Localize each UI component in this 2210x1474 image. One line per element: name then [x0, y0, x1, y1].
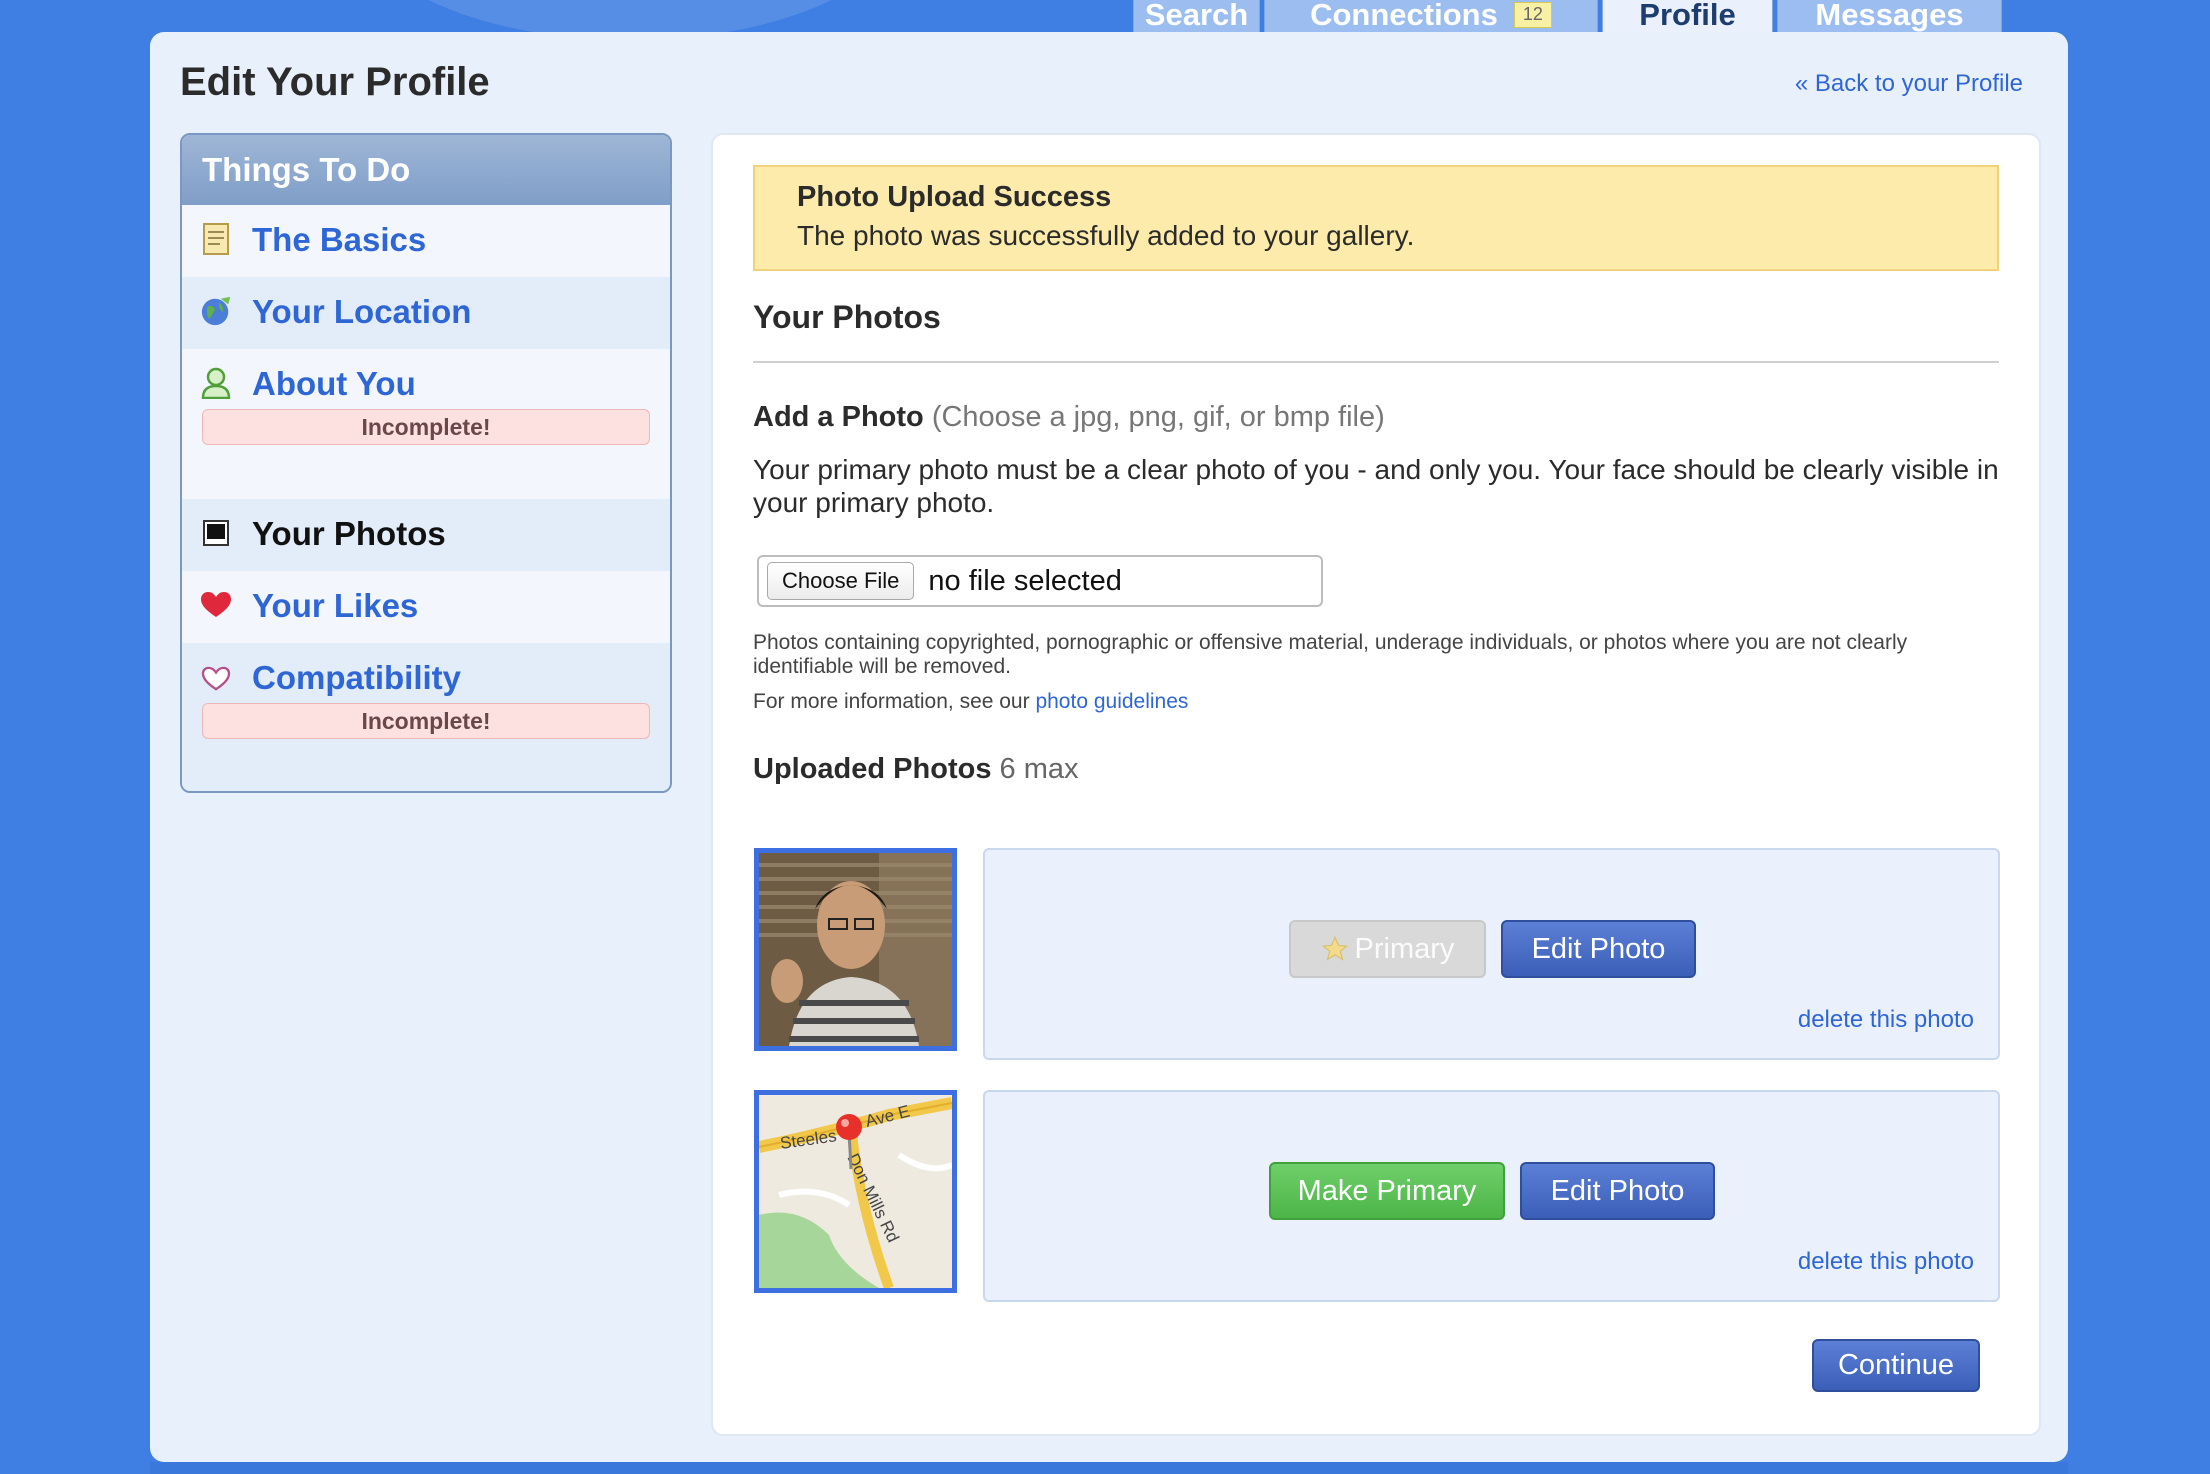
file-status: no file selected [928, 564, 1122, 597]
sidebar-item-about-you[interactable]: About You Incomplete! [182, 349, 670, 499]
sidebar-item-basics[interactable]: The Basics [182, 205, 670, 277]
sidebar-item-compatibility-label: Compatibility [252, 659, 462, 696]
heart-icon [200, 589, 232, 621]
edit-photo-button-2[interactable]: Edit Photo [1520, 1162, 1715, 1220]
tab-messages[interactable]: Messages [1777, 0, 2002, 33]
add-photo-heading: Add a Photo (Choose a jpg, png, gif, or … [753, 401, 1385, 434]
top-nav: Search Connections 12 Profile Messages [1133, 0, 2006, 33]
more-info-text: For more information, see our photo guid… [753, 690, 1188, 714]
page-title: Edit Your Profile [180, 60, 490, 104]
tab-profile-label: Profile [1639, 0, 1736, 32]
sidebar-item-likes-label: Your Likes [252, 587, 419, 624]
more-info-prefix: For more information, see our [753, 690, 1030, 713]
add-photo-label: Add a Photo [753, 401, 924, 433]
upload-success-alert: Photo Upload Success The photo was succe… [753, 165, 1999, 271]
person-icon [200, 367, 232, 399]
star-icon [1321, 935, 1349, 963]
globe-icon [200, 295, 232, 327]
tab-connections-label: Connections [1310, 0, 1498, 32]
primary-label: Primary [1354, 932, 1455, 965]
primary-button-disabled: Primary [1289, 920, 1486, 978]
sidebar-item-likes[interactable]: Your Likes [182, 571, 670, 643]
sidebar-item-compatibility[interactable]: Compatibility Incomplete! [182, 643, 670, 791]
continue-button[interactable]: Continue [1812, 1339, 1980, 1392]
photo-actions-2: Make Primary Edit Photo delete this phot… [983, 1090, 2000, 1302]
file-input[interactable]: Choose File no file selected [757, 555, 1323, 607]
tab-messages-label: Messages [1815, 0, 1964, 32]
file-type-hint: (Choose a jpg, png, gif, or bmp file) [931, 401, 1385, 433]
photo-guidelines-link[interactable]: photo guidelines [1035, 690, 1188, 713]
delete-photo-link-2[interactable]: delete this photo [1798, 1248, 1974, 1276]
connections-count-badge: 12 [1513, 2, 1552, 28]
heart-outline-icon [200, 663, 232, 695]
sidebar-item-location[interactable]: Your Location [182, 277, 670, 349]
portrait-image [759, 853, 952, 1046]
page-footer-strip [150, 1462, 2068, 1474]
alert-title: Photo Upload Success [797, 181, 1112, 213]
document-icon [200, 223, 232, 255]
uploaded-photos-label: Uploaded Photos [753, 753, 992, 785]
photo-policy-text: Photos containing copyrighted, pornograp… [753, 631, 1908, 678]
sidebar-item-about-you-label: About You [252, 365, 416, 402]
about-you-incomplete-badge: Incomplete! [202, 409, 650, 445]
uploaded-max: 6 max [999, 753, 1079, 785]
photos-panel: Photo Upload Success The photo was succe… [711, 133, 2041, 1436]
uploaded-photos-heading: Uploaded Photos 6 max [753, 753, 1079, 786]
alert-text: The photo was successfully added to your… [797, 220, 1415, 251]
make-primary-button[interactable]: Make Primary [1269, 1162, 1505, 1220]
photo-thumbnail-2[interactable]: Steeles Ave E Don Mills Rd [754, 1090, 957, 1293]
photo-icon [200, 517, 232, 549]
choose-file-button[interactable]: Choose File [767, 562, 915, 600]
things-to-do-sidebar: Things To Do The Basics Your Location Ab… [180, 133, 672, 793]
photo-actions-1: Primary Edit Photo delete this photo [983, 848, 2000, 1060]
map-image: Steeles Ave E Don Mills Rd [759, 1095, 952, 1288]
compatibility-incomplete-badge: Incomplete! [202, 703, 650, 739]
sidebar-heading: Things To Do [182, 135, 670, 205]
photo-thumbnail-1[interactable] [754, 848, 957, 1051]
tab-profile[interactable]: Profile [1602, 0, 1773, 33]
tab-search-label: Search [1144, 0, 1249, 32]
section-title: Your Photos [753, 299, 941, 335]
main-card: Edit Your Profile « Back to your Profile… [150, 32, 2068, 1462]
sidebar-item-basics-label: The Basics [252, 221, 427, 258]
back-to-profile-link[interactable]: « Back to your Profile [1795, 70, 2023, 98]
tab-search[interactable]: Search [1133, 0, 1260, 33]
delete-photo-link-1[interactable]: delete this photo [1798, 1006, 1974, 1034]
divider [753, 361, 1999, 363]
primary-photo-note: Your primary photo must be a clear photo… [753, 454, 1999, 518]
edit-photo-button-1[interactable]: Edit Photo [1501, 920, 1696, 978]
sidebar-item-location-label: Your Location [252, 293, 472, 330]
sidebar-item-photos[interactable]: Your Photos [182, 499, 670, 571]
sidebar-item-photos-label: Your Photos [252, 515, 446, 552]
tab-connections[interactable]: Connections 12 [1264, 0, 1598, 33]
